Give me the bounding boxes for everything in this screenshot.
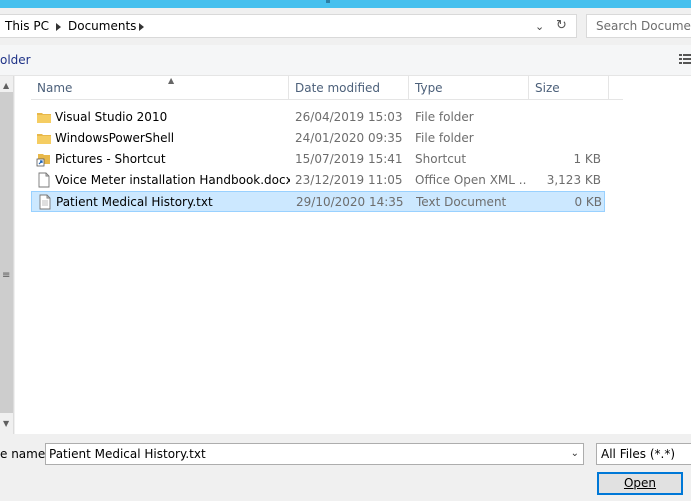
address-history-chevron-down-icon[interactable]: ⌄ xyxy=(535,20,544,33)
address-bar[interactable]: This PC Documents ⌄ ↻ xyxy=(0,14,577,38)
open-button-label: Open xyxy=(623,476,657,490)
document-icon xyxy=(38,172,50,188)
file-name: WindowsPowerShell xyxy=(55,131,175,145)
column-header-row: ▲ Name Date modified Type Size xyxy=(31,76,623,100)
file-size: 1 KB xyxy=(573,152,601,166)
column-header-type[interactable]: Type xyxy=(409,76,529,100)
file-date: 26/04/2019 15:03 xyxy=(295,110,403,124)
file-date: 24/01/2020 09:35 xyxy=(295,131,403,145)
file-date: 29/10/2020 14:35 xyxy=(296,195,404,209)
dialog-footer: e name: ⌄ All Files (*.*) Open xyxy=(0,434,691,501)
new-folder-button[interactable]: older xyxy=(0,53,31,67)
scrollbar-thumb[interactable]: ≡ xyxy=(0,92,13,413)
file-name: Voice Meter installation Handbook.docx xyxy=(55,173,290,187)
file-date: 15/07/2019 15:41 xyxy=(295,152,403,166)
shortcut-icon xyxy=(36,154,50,167)
file-row[interactable]: Pictures - Shortcut 15/07/2019 15:41 Sho… xyxy=(31,149,605,170)
file-type: Shortcut xyxy=(415,152,467,166)
file-name-combobox[interactable]: ⌄ xyxy=(45,443,584,465)
file-size: 3,123 KB xyxy=(546,173,601,187)
chevron-down-icon[interactable]: ⌄ xyxy=(571,448,579,459)
file-name: Patient Medical History.txt xyxy=(56,195,213,209)
text-file-icon xyxy=(39,194,51,210)
file-type-filter-select[interactable]: All Files (*.*) xyxy=(596,443,691,465)
search-input[interactable] xyxy=(587,15,691,37)
title-bar-mark xyxy=(326,0,330,3)
file-name: Pictures - Shortcut xyxy=(55,152,166,166)
file-type-filter-value: All Files (*.*) xyxy=(601,447,676,461)
file-name: Visual Studio 2010 xyxy=(55,110,168,124)
view-options-icon[interactable] xyxy=(679,53,691,65)
breadcrumb-documents[interactable]: Documents xyxy=(68,19,136,33)
folder-icon xyxy=(37,134,51,144)
file-list[interactable]: ▲ Name Date modified Type Size Visual St… xyxy=(15,76,691,434)
file-row[interactable]: Visual Studio 2010 26/04/2019 15:03 File… xyxy=(31,107,605,128)
scroll-down-arrow-icon[interactable]: ▼ xyxy=(3,419,9,428)
file-row[interactable]: WindowsPowerShell 24/01/2020 09:35 File … xyxy=(31,128,605,149)
file-type: File folder xyxy=(415,110,474,124)
file-name-label: e name: xyxy=(0,447,50,461)
file-type: File folder xyxy=(415,131,474,145)
file-type: Office Open XML ... xyxy=(415,173,527,187)
breadcrumb-this-pc[interactable]: This PC xyxy=(5,19,49,33)
search-box[interactable] xyxy=(586,14,691,38)
breadcrumb-chevron-icon[interactable] xyxy=(56,23,61,31)
command-bar: older xyxy=(0,45,691,76)
file-date: 23/12/2019 11:05 xyxy=(295,173,403,187)
file-row-selected[interactable]: Patient Medical History.txt 29/10/2020 1… xyxy=(31,191,605,212)
open-button[interactable]: Open xyxy=(597,472,683,495)
scroll-up-arrow-icon[interactable]: ▲ xyxy=(3,81,9,90)
folder-icon xyxy=(37,113,51,123)
file-name-input[interactable] xyxy=(46,444,561,464)
file-size: 0 KB xyxy=(574,195,602,209)
title-bar xyxy=(0,0,691,8)
column-header-size[interactable]: Size xyxy=(529,76,609,100)
refresh-icon[interactable]: ↻ xyxy=(556,18,567,33)
file-row[interactable]: Voice Meter installation Handbook.docx 2… xyxy=(31,170,605,191)
column-header-name[interactable]: Name xyxy=(31,76,289,100)
file-type: Text Document xyxy=(416,195,507,209)
scrollbar-grip-icon: ≡ xyxy=(2,270,11,281)
breadcrumb-chevron-icon[interactable] xyxy=(139,23,144,31)
column-header-date-modified[interactable]: Date modified xyxy=(289,76,409,100)
navigation-pane-scrollbar[interactable]: ▲ ≡ ▼ xyxy=(0,76,14,434)
